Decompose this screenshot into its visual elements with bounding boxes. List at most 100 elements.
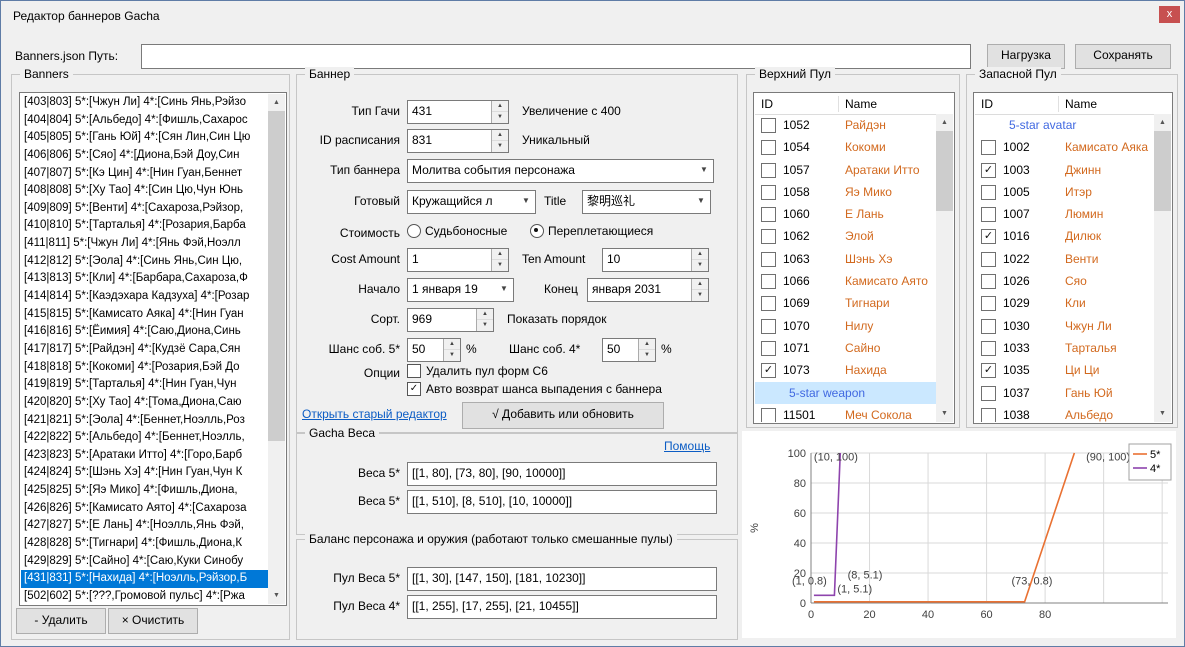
id-column-header[interactable]: ID: [981, 97, 993, 111]
sort-input[interactable]: 969 ▲▼: [407, 308, 494, 332]
scroll-thumb[interactable]: [268, 111, 285, 441]
reserve-pool-scrollbar[interactable]: ▲ ▼: [1154, 114, 1171, 422]
row-checkbox[interactable]: [761, 185, 776, 200]
row-checkbox[interactable]: [981, 296, 996, 311]
cost-option-intertwined[interactable]: Переплетающиеся: [530, 224, 653, 238]
cost-option-fate[interactable]: Судьбоносные: [407, 224, 507, 238]
scroll-down-icon[interactable]: ▼: [268, 587, 285, 604]
scroll-up-icon[interactable]: ▲: [936, 114, 953, 131]
scroll-down-icon[interactable]: ▼: [936, 405, 953, 422]
delete-banner-button[interactable]: - Удалить: [16, 608, 106, 634]
row-checkbox[interactable]: [761, 140, 776, 155]
ten-amount-input[interactable]: 10 ▲▼: [602, 248, 709, 272]
scroll-down-icon[interactable]: ▼: [1154, 405, 1171, 422]
spin-down-icon[interactable]: ▼: [477, 319, 493, 331]
banners-listbox[interactable]: [403|803] 5*:[Чжун Ли] 4*:[Синь Янь,Рэйз…: [19, 92, 287, 606]
row-checkbox[interactable]: [761, 163, 776, 178]
row-checkbox[interactable]: [761, 252, 776, 267]
pool-weights5-input[interactable]: [[1, 30], [147, 150], [181, 10230]]: [407, 567, 717, 591]
save-button[interactable]: Сохранять: [1075, 44, 1171, 69]
chance4-spinner[interactable]: ▲▼: [638, 339, 655, 361]
banner-list-item[interactable]: [410|810] 5*:[Тарталья] 4*:[Розария,Барб…: [21, 217, 268, 235]
pool-row[interactable]: 1037Гань Юй: [975, 382, 1154, 404]
spin-down-icon[interactable]: ▼: [692, 289, 708, 301]
banner-list-item[interactable]: [423|823] 5*:[Аратаки Итто] 4*:[Горо,Бар…: [21, 447, 268, 465]
row-checkbox[interactable]: [761, 341, 776, 356]
ten-amount-spinner[interactable]: ▲▼: [691, 249, 708, 271]
spin-down-icon[interactable]: ▼: [492, 140, 508, 152]
row-checkbox[interactable]: [981, 274, 996, 289]
pool-row[interactable]: 1033Тарталья: [975, 337, 1154, 359]
banner-list-item[interactable]: [417|817] 5*:[Райдэн] 4*:[Кудзё Сара,Сян: [21, 341, 268, 359]
chance5-input[interactable]: 50 ▲▼: [407, 338, 461, 362]
auto-return-chance-checkbox[interactable]: ✓ Авто возврат шанса выпадения с баннера: [407, 382, 662, 396]
banner-list-item[interactable]: [431|831] 5*:[Нахида] 4*:[Ноэлль,Рэйзор,…: [21, 570, 268, 588]
spin-down-icon[interactable]: ▼: [692, 259, 708, 271]
title-select[interactable]: 黎明巡礼 ▼: [582, 190, 711, 214]
pool-row[interactable]: ✓1073Нахида: [755, 359, 936, 381]
banner-list-item[interactable]: [418|818] 5*:[Кокоми] 4*:[Розария,Бэй До: [21, 359, 268, 377]
banner-list-item[interactable]: [429|829] 5*:[Сайно] 4*:[Саю,Куки Синобу: [21, 553, 268, 571]
row-checkbox[interactable]: [981, 185, 996, 200]
scroll-thumb[interactable]: [936, 131, 953, 211]
spin-down-icon[interactable]: ▼: [639, 349, 655, 361]
help-link[interactable]: Помощь: [664, 439, 710, 453]
clear-banners-button[interactable]: × Очистить: [108, 608, 198, 634]
path-input[interactable]: [141, 44, 971, 69]
pool-row[interactable]: 1066Камисато Аято: [755, 270, 936, 292]
dropdown-arrow-icon[interactable]: ▼: [695, 160, 713, 182]
banner-list-item[interactable]: [415|815] 5*:[Камисато Аяка] 4*:[Нин Гуа…: [21, 306, 268, 324]
banner-list-item[interactable]: [420|820] 5*:[Ху Тао] 4*:[Тома,Диона,Саю: [21, 394, 268, 412]
row-checkbox[interactable]: ✓: [981, 363, 996, 378]
pool-row[interactable]: 1062Элой: [755, 225, 936, 247]
banner-list-item[interactable]: [405|805] 5*:[Гань Юй] 4*:[Сян Лин,Син Ц…: [21, 129, 268, 147]
pool-row[interactable]: ✓1035Ци Ци: [975, 359, 1154, 381]
cost-amount-spinner[interactable]: ▲▼: [491, 249, 508, 271]
banner-list-item[interactable]: [413|813] 5*:[Кли] 4*:[Барбара,Сахароза,…: [21, 270, 268, 288]
gacha-type-input[interactable]: 431 ▲▼: [407, 100, 509, 124]
pool-row[interactable]: 11501Меч Сокола: [755, 404, 936, 422]
schedule-id-spinner[interactable]: ▲▼: [491, 130, 508, 152]
reserve-pool-list[interactable]: ID Name 5-star avatar1002Камисато Аяка✓1…: [973, 92, 1173, 424]
pool-row[interactable]: 1069Тигнари: [755, 292, 936, 314]
pool-row[interactable]: 1052Райдэн: [755, 114, 936, 136]
row-checkbox[interactable]: ✓: [761, 363, 776, 378]
banner-list-item[interactable]: [419|819] 5*:[Тарталья] 4*:[Нин Гуан,Чун: [21, 376, 268, 394]
begin-date-picker[interactable]: 1 января 19 ▼: [407, 278, 514, 302]
chance4-input[interactable]: 50 ▲▼: [602, 338, 656, 362]
spin-down-icon[interactable]: ▼: [444, 349, 460, 361]
banner-list-item[interactable]: [409|809] 5*:[Венти] 4*:[Сахароза,Рэйзор…: [21, 200, 268, 218]
pool-row[interactable]: 1007Люмин: [975, 203, 1154, 225]
banner-list-item[interactable]: [422|822] 5*:[Альбедо] 4*:[Беннет,Ноэлль…: [21, 429, 268, 447]
name-column-header[interactable]: Name: [1065, 97, 1097, 111]
cost-amount-input[interactable]: 1 ▲▼: [407, 248, 509, 272]
row-checkbox[interactable]: [761, 207, 776, 222]
load-button[interactable]: Нагрузка: [987, 44, 1065, 69]
scroll-up-icon[interactable]: ▲: [1154, 114, 1171, 131]
sort-spinner[interactable]: ▲▼: [476, 309, 493, 331]
banner-list-item[interactable]: [425|825] 5*:[Яэ Мико] 4*:[Фишль,Диона,: [21, 482, 268, 500]
id-column-header[interactable]: ID: [761, 97, 773, 111]
dropdown-arrow-icon[interactable]: ▼: [692, 191, 710, 213]
banner-list-item[interactable]: [408|808] 5*:[Ху Тао] 4*:[Син Цю,Чун Юнь: [21, 182, 268, 200]
pool-row[interactable]: 1058Яэ Мико: [755, 181, 936, 203]
banner-list-item[interactable]: [411|811] 5*:[Чжун Ли] 4*:[Янь Фэй,Ноэлл: [21, 235, 268, 253]
pool-weights4-input[interactable]: [[1, 255], [17, 255], [21, 10455]]: [407, 595, 717, 619]
banner-type-select[interactable]: Молитва события персонажа ▼: [407, 159, 714, 183]
row-checkbox[interactable]: ✓: [981, 163, 996, 178]
prefab-select[interactable]: Кружащийся л ▼: [407, 190, 536, 214]
upper-pool-scrollbar[interactable]: ▲ ▼: [936, 114, 953, 422]
name-column-header[interactable]: Name: [845, 97, 877, 111]
pool-row[interactable]: 1038Альбедо: [975, 404, 1154, 422]
pool-row[interactable]: 1071Сайно: [755, 337, 936, 359]
pool-row[interactable]: ✓1016Дилюк: [975, 225, 1154, 247]
pool-row[interactable]: 1002Камисато Аяка: [975, 136, 1154, 158]
row-checkbox[interactable]: [981, 341, 996, 356]
banner-list-item[interactable]: [412|812] 5*:[Эола] 4*:[Синь Янь,Син Цю,: [21, 253, 268, 271]
pool-row[interactable]: ✓1003Джинн: [975, 159, 1154, 181]
banner-list-item[interactable]: [403|803] 5*:[Чжун Ли] 4*:[Синь Янь,Рэйз…: [21, 94, 268, 112]
banners-scrollbar[interactable]: ▲ ▼: [268, 94, 285, 604]
banner-list-item[interactable]: [406|806] 5*:[Сяо] 4*:[Диона,Бэй Доу,Син: [21, 147, 268, 165]
weights5-input[interactable]: [[1, 80], [73, 80], [90, 10000]]: [407, 462, 717, 486]
row-checkbox[interactable]: [981, 207, 996, 222]
